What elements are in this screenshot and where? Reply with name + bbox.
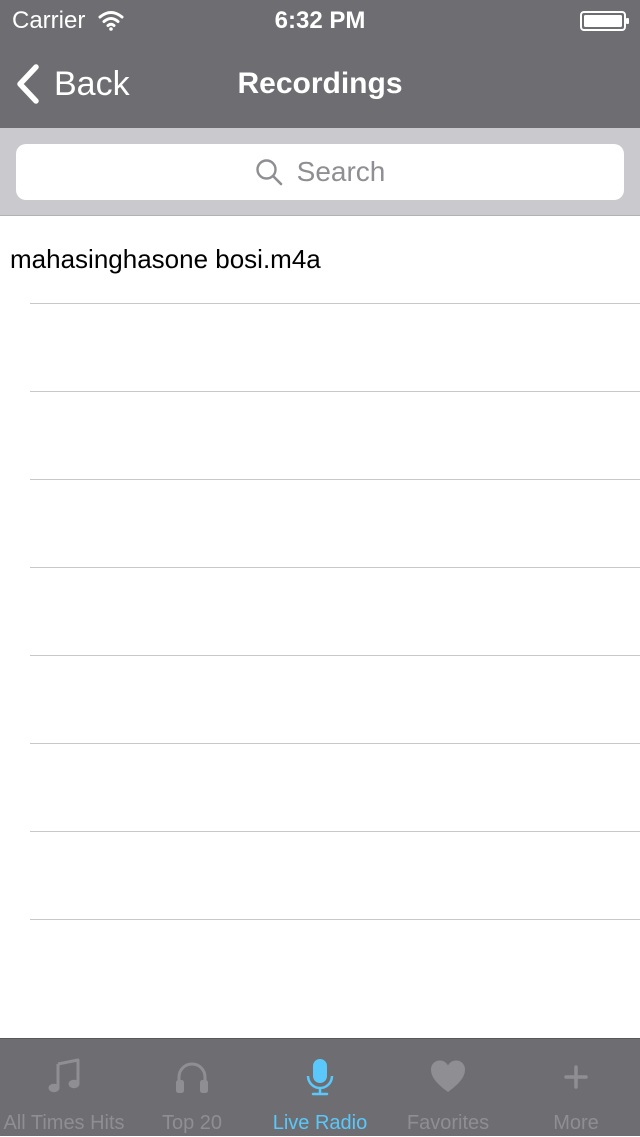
nav-bar: Back Recordings: [0, 40, 640, 128]
heart-icon: [431, 1060, 465, 1092]
tab-favorites[interactable]: Favorites: [384, 1039, 512, 1137]
status-time: 6:32 PM: [274, 7, 366, 34]
tab-all-times-hits[interactable]: All Times Hits: [0, 1039, 128, 1137]
search-icon: [255, 159, 282, 186]
plus-icon: [564, 1065, 588, 1089]
tab-label: Live Radio: [272, 1112, 368, 1134]
tab-label: Favorites: [406, 1112, 490, 1134]
tab-label: More: [553, 1112, 599, 1134]
header: Carrier 6:32 PM Back Recordings: [0, 0, 640, 128]
battery-icon: [580, 11, 629, 31]
tab-bar: All Times Hits Top 20 Live Radio Favorit…: [0, 1038, 640, 1136]
recording-name: mahasinghasone bosi.m4a: [10, 244, 321, 274]
search-bar: Search: [0, 128, 640, 216]
music-note-icon: [48, 1058, 80, 1093]
list-item: [0, 744, 640, 832]
tab-label: Top 20: [161, 1112, 223, 1134]
list-item: [0, 656, 640, 744]
list-item: [0, 480, 640, 568]
list-item: [0, 832, 640, 920]
tab-live-radio[interactable]: Live Radio: [256, 1039, 384, 1137]
headphones-icon: [176, 1062, 208, 1093]
list-item: [0, 568, 640, 656]
microphone-icon: [306, 1059, 334, 1096]
list-item: [0, 392, 640, 480]
list-item: [0, 304, 640, 392]
status-bar: Carrier 6:32 PM: [0, 0, 640, 40]
page-title: Recordings: [237, 67, 403, 100]
search-input[interactable]: Search: [16, 144, 624, 200]
search-placeholder: Search: [296, 156, 386, 187]
recording-row[interactable]: mahasinghasone bosi.m4a: [0, 216, 640, 304]
recordings-list: mahasinghasone bosi.m4a: [0, 216, 640, 920]
row-separator: [30, 919, 640, 920]
tab-more[interactable]: More: [512, 1039, 640, 1137]
tab-top-20[interactable]: Top 20: [128, 1039, 256, 1137]
